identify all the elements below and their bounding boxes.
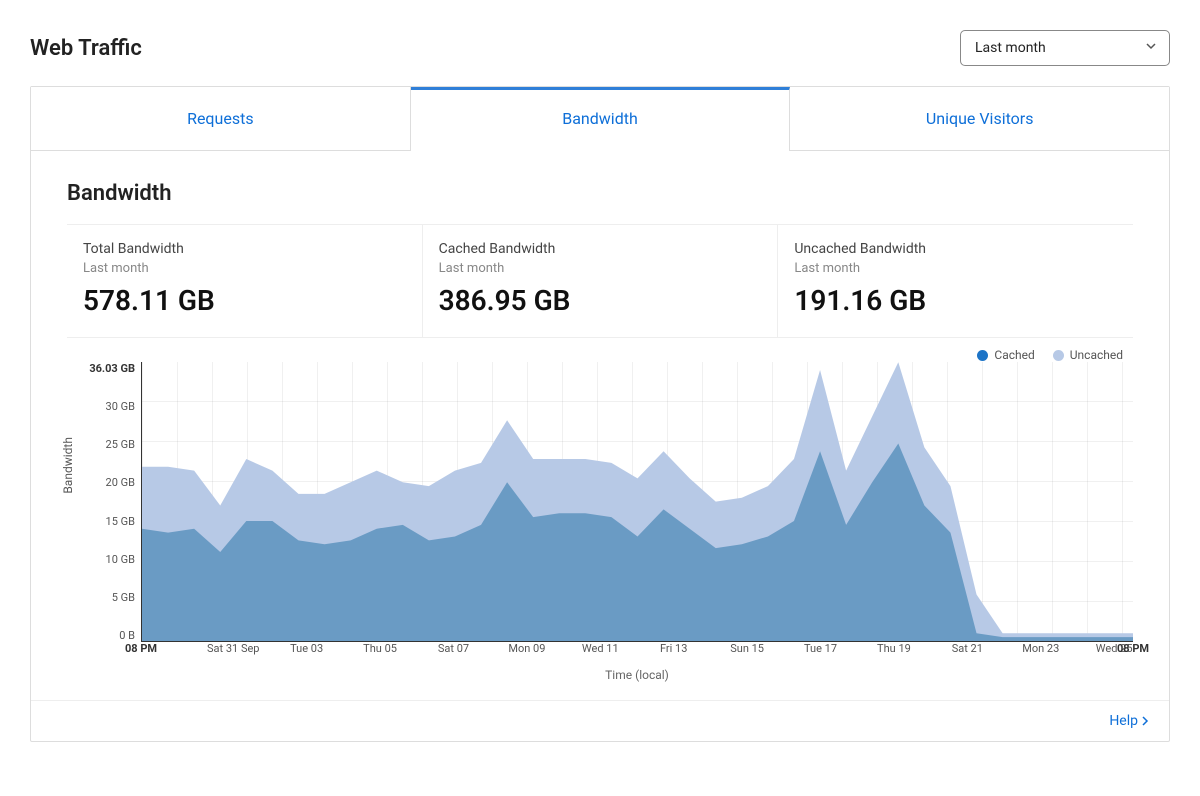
stat-total-bandwidth: Total Bandwidth Last month 578.11 GB	[67, 225, 423, 337]
stat-label: Total Bandwidth	[83, 241, 406, 257]
stat-label: Uncached Bandwidth	[794, 241, 1117, 257]
tab-bandwidth[interactable]: Bandwidth	[411, 87, 791, 151]
stat-value: 386.95 GB	[439, 284, 762, 317]
help-label: Help	[1109, 713, 1138, 729]
swatch-cached	[977, 350, 988, 361]
tab-requests[interactable]: Requests	[31, 87, 411, 150]
legend-label-cached: Cached	[994, 348, 1034, 362]
stat-value: 578.11 GB	[83, 284, 406, 317]
legend-uncached: Uncached	[1053, 348, 1123, 362]
page-title: Web Traffic	[30, 36, 142, 61]
stat-sub: Last month	[83, 261, 406, 276]
stat-label: Cached Bandwidth	[439, 241, 762, 257]
legend-label-uncached: Uncached	[1070, 348, 1123, 362]
y-axis-title: Bandwidth	[61, 437, 75, 494]
y-axis-labels: 36.03 GB30 GB25 GB20 GB15 GB10 GB5 GB0 B	[85, 362, 141, 642]
section-title: Bandwidth	[67, 181, 1133, 206]
stat-sub: Last month	[794, 261, 1117, 276]
stats-row: Total Bandwidth Last month 578.11 GB Cac…	[67, 224, 1133, 338]
panel-footer: Help	[31, 700, 1169, 741]
web-traffic-panel: Requests Bandwidth Unique Visitors Bandw…	[30, 86, 1170, 742]
x-axis-title: Time (local)	[141, 668, 1133, 682]
chevron-right-icon	[1141, 716, 1149, 726]
stat-sub: Last month	[439, 261, 762, 276]
tab-unique-visitors[interactable]: Unique Visitors	[790, 87, 1169, 150]
chart-plot-area[interactable]	[141, 362, 1133, 642]
stat-value: 191.16 GB	[794, 284, 1117, 317]
stat-uncached-bandwidth: Uncached Bandwidth Last month 191.16 GB	[778, 225, 1133, 337]
stat-cached-bandwidth: Cached Bandwidth Last month 386.95 GB	[423, 225, 779, 337]
legend-cached: Cached	[977, 348, 1034, 362]
help-link[interactable]: Help	[1109, 713, 1149, 729]
chart-legend: Cached Uncached	[67, 338, 1133, 362]
chevron-down-icon	[1145, 40, 1157, 56]
x-axis-labels: 08 PMSat 31 SepTue 03Thu 05Sat 07Mon 09W…	[141, 642, 1133, 662]
tab-bar: Requests Bandwidth Unique Visitors	[31, 87, 1169, 151]
time-range-select[interactable]: Last month	[960, 30, 1170, 66]
bandwidth-chart: Bandwidth 36.03 GB30 GB25 GB20 GB15 GB10…	[67, 362, 1133, 682]
time-range-value: Last month	[975, 40, 1046, 56]
swatch-uncached	[1053, 350, 1064, 361]
